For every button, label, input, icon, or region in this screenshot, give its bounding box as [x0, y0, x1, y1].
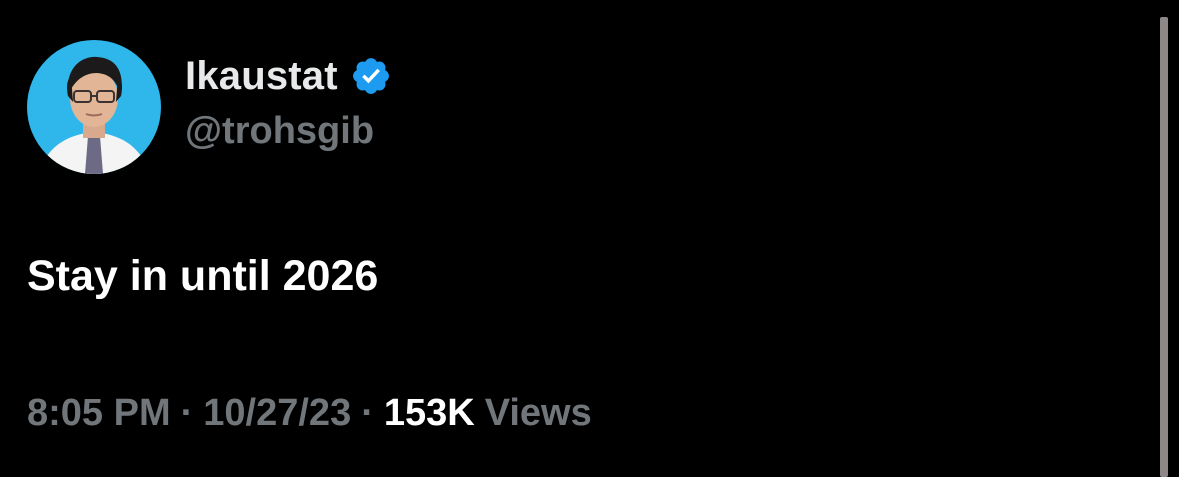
avatar[interactable]	[27, 40, 161, 174]
meta-separator: ·	[180, 392, 194, 434]
tweet-date[interactable]: 10/27/23	[203, 392, 351, 435]
tweet-meta: 8:05 PM · 10/27/23 · 153K Views	[27, 392, 592, 435]
scrollbar[interactable]	[1160, 17, 1168, 477]
verified-badge-icon[interactable]	[350, 55, 392, 97]
name-row: Ikaustat	[185, 52, 392, 100]
avatar-image	[27, 40, 161, 174]
display-name[interactable]: Ikaustat	[185, 54, 338, 99]
tweet-text: Stay in until 2026	[27, 252, 379, 300]
tweet-time[interactable]: 8:05 PM	[27, 392, 171, 435]
views-count: 153K	[383, 392, 475, 434]
user-handle[interactable]: @trohsgib	[185, 110, 392, 153]
tweet-card: Ikaustat @trohsgib Stay in until 2026 8:…	[0, 0, 1179, 477]
views-label: Views	[484, 392, 592, 434]
user-info: Ikaustat @trohsgib	[185, 52, 392, 153]
meta-separator: ·	[361, 392, 374, 434]
